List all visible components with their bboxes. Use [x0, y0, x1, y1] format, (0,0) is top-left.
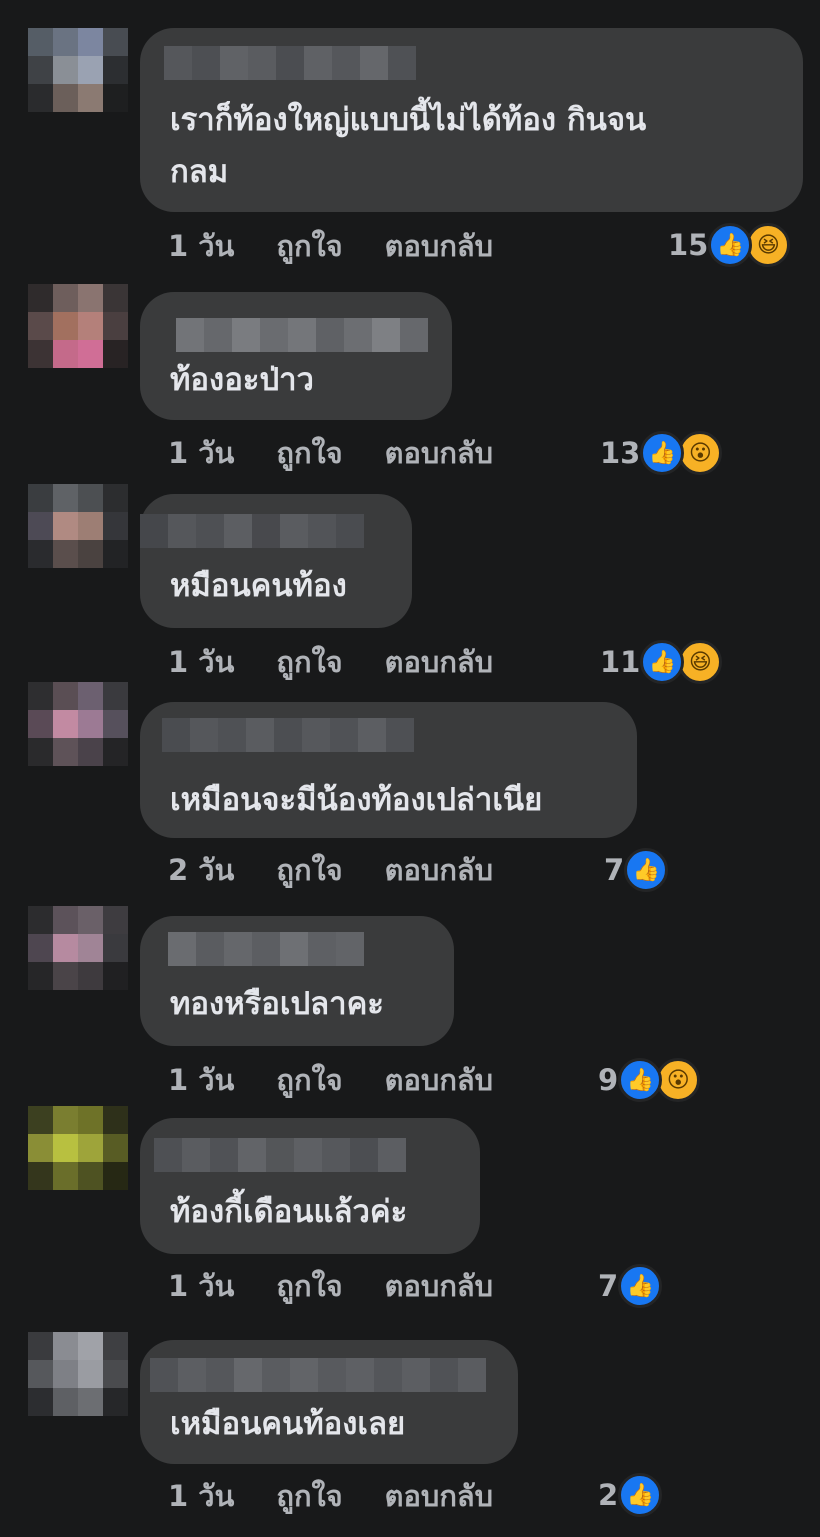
reaction-summary[interactable]: 7 👍: [604, 845, 669, 895]
reaction-summary[interactable]: 2 👍: [598, 1470, 663, 1520]
comment-bubble: หมือนคนท้อง: [140, 494, 412, 628]
comment-actions: 2 วัน ถูกใจ ตอบกลับ: [168, 848, 535, 892]
like-link[interactable]: ถูกใจ: [276, 1263, 342, 1309]
reaction-count: 7: [604, 853, 625, 887]
comment-actions: 1 วัน ถูกใจ ตอบกลับ: [168, 1474, 535, 1518]
reply-link[interactable]: ตอบกลับ: [385, 847, 493, 893]
reaction-summary[interactable]: 15 👍 😆: [668, 220, 791, 270]
laughing-face-icon: 😆: [746, 223, 791, 267]
comment-actions: 1 วัน ถูกใจ ตอบกลับ: [168, 1264, 535, 1308]
avatar[interactable]: [28, 1106, 128, 1190]
comment-text: ท้องกี้เดือนแล้วค่ะ: [170, 1194, 408, 1230]
avatar[interactable]: [28, 1332, 128, 1416]
surprised-face-icon: 😮: [678, 431, 723, 475]
comment-actions: 1 วัน ถูกใจ ตอบกลับ: [168, 1058, 535, 1102]
comment-text: หมือนคนท้อง: [170, 568, 347, 604]
thumbs-up-icon: 👍: [640, 640, 685, 684]
reaction-count: 11: [600, 645, 641, 679]
like-link[interactable]: ถูกใจ: [276, 430, 342, 476]
comment-actions: 1 วัน ถูกใจ ตอบกลับ: [168, 640, 535, 684]
comment-time[interactable]: 1 วัน: [168, 1473, 234, 1519]
laughing-face-icon: 😆: [678, 640, 723, 684]
thumbs-up-icon: 👍: [618, 1264, 663, 1308]
thumbs-up-icon: 👍: [618, 1058, 663, 1102]
author-name-blurred[interactable]: [176, 318, 428, 352]
comment-time[interactable]: 2 วัน: [168, 847, 234, 893]
comment-time[interactable]: 1 วัน: [168, 430, 234, 476]
comment-text: ทองหรือเปลาคะ: [170, 986, 384, 1022]
comment-bubble: ท้องอะป่าว: [140, 292, 452, 420]
avatar[interactable]: [28, 28, 128, 112]
author-name-blurred[interactable]: [168, 932, 364, 966]
reaction-count: 9: [598, 1063, 619, 1097]
avatar[interactable]: [28, 484, 128, 568]
reply-link[interactable]: ตอบกลับ: [385, 1263, 493, 1309]
like-link[interactable]: ถูกใจ: [276, 1057, 342, 1103]
comment-bubble: ทองหรือเปลาคะ: [140, 916, 454, 1046]
surprised-face-icon: 😮: [656, 1058, 701, 1102]
avatar[interactable]: [28, 682, 128, 766]
reaction-count: 13: [600, 436, 641, 470]
author-name-blurred[interactable]: [164, 46, 416, 80]
reaction-summary[interactable]: 11 👍 😆: [600, 637, 723, 687]
comment-bubble: เหมือนจะมีน้องท้องเปล่าเนีย: [140, 702, 637, 838]
reply-link[interactable]: ตอบกลับ: [385, 639, 493, 685]
author-name-blurred[interactable]: [162, 718, 414, 752]
author-name-blurred[interactable]: [150, 1358, 486, 1392]
comment-bubble: ท้องกี้เดือนแล้วค่ะ: [140, 1118, 480, 1254]
author-name-blurred[interactable]: [154, 1138, 406, 1172]
like-link[interactable]: ถูกใจ: [276, 847, 342, 893]
comment-time[interactable]: 1 วัน: [168, 1263, 234, 1309]
comment-text: เหมือนคนท้องเลย: [170, 1406, 406, 1442]
author-name-blurred[interactable]: [140, 514, 364, 548]
reply-link[interactable]: ตอบกลับ: [385, 1057, 493, 1103]
comment-time[interactable]: 1 วัน: [168, 1057, 234, 1103]
avatar[interactable]: [28, 284, 128, 368]
comment-text: เราก็ท้องใหญ่แบบนี้ไม่ได้ท้อง กินจน กลม: [170, 102, 647, 190]
reaction-count: 7: [598, 1269, 619, 1303]
comment-text: เหมือนจะมีน้องท้องเปล่าเนีย: [170, 782, 543, 818]
comment-bubble: เราก็ท้องใหญ่แบบนี้ไม่ได้ท้อง กินจน กลม: [140, 28, 803, 212]
comment-actions: 1 วัน ถูกใจ ตอบกลับ: [168, 224, 535, 268]
like-link[interactable]: ถูกใจ: [276, 639, 342, 685]
reaction-count: 15: [668, 228, 709, 262]
reaction-summary[interactable]: 7 👍: [598, 1261, 663, 1311]
comment-actions: 1 วัน ถูกใจ ตอบกลับ: [168, 431, 535, 475]
reply-link[interactable]: ตอบกลับ: [385, 1473, 493, 1519]
thumbs-up-icon: 👍: [618, 1473, 663, 1517]
thumbs-up-icon: 👍: [708, 223, 753, 267]
like-link[interactable]: ถูกใจ: [276, 223, 342, 269]
comment-bubble: เหมือนคนท้องเลย: [140, 1340, 518, 1464]
reply-link[interactable]: ตอบกลับ: [385, 223, 493, 269]
comment-time[interactable]: 1 วัน: [168, 639, 234, 685]
comment-text: ท้องอะป่าว: [170, 362, 314, 398]
avatar[interactable]: [28, 906, 128, 990]
like-link[interactable]: ถูกใจ: [276, 1473, 342, 1519]
comment-time[interactable]: 1 วัน: [168, 223, 234, 269]
thumbs-up-icon: 👍: [640, 431, 685, 475]
reply-link[interactable]: ตอบกลับ: [385, 430, 493, 476]
reaction-summary[interactable]: 9 👍 😮: [598, 1055, 701, 1105]
reaction-count: 2: [598, 1478, 619, 1512]
reaction-summary[interactable]: 13 👍 😮: [600, 428, 723, 478]
thumbs-up-icon: 👍: [624, 848, 669, 892]
